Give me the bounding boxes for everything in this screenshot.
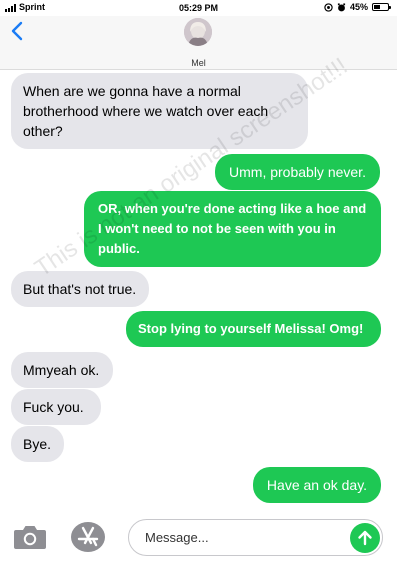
status-right: 45% — [324, 2, 391, 12]
contact-name[interactable]: Mel — [0, 58, 397, 68]
message-bubble-outgoing: Umm, probably never. — [215, 154, 380, 190]
conversation-header: Mel — [0, 16, 397, 70]
message-input[interactable] — [128, 519, 383, 556]
battery-percent: 45% — [349, 2, 368, 12]
message-bubble-incoming: Mmyeah ok. — [11, 352, 113, 388]
message-thread: When are we gonna have a normal brotherh… — [0, 71, 397, 506]
arrow-up-icon — [358, 530, 372, 546]
compose-bar — [0, 508, 397, 568]
message-bubble-outgoing: Stop lying to yourself Melissa! Omg! — [126, 311, 381, 347]
chevron-left-icon — [11, 21, 23, 41]
send-button[interactable] — [350, 523, 380, 553]
avatar-image — [184, 18, 212, 46]
camera-icon — [14, 526, 46, 549]
contact-avatar[interactable] — [184, 18, 212, 46]
battery-icon — [372, 3, 391, 11]
message-bubble-incoming: Fuck you. — [11, 389, 101, 425]
message-bubble-incoming: When are we gonna have a normal brotherh… — [11, 73, 308, 149]
message-bubble-incoming: Bye. — [11, 426, 64, 462]
location-icon — [324, 2, 333, 12]
camera-button[interactable] — [12, 522, 48, 552]
message-bubble-outgoing: Have an ok day. — [253, 467, 381, 503]
message-bubble-outgoing: OR, when you're done acting like a hoe a… — [84, 191, 381, 267]
app-store-icon — [71, 522, 105, 552]
status-bar: Sprint 05:29 PM 45% — [0, 0, 397, 16]
alarm-icon — [337, 2, 346, 11]
app-store-button[interactable] — [70, 521, 106, 553]
back-button[interactable] — [8, 20, 28, 42]
message-bubble-incoming: But that's not true. — [11, 271, 149, 307]
